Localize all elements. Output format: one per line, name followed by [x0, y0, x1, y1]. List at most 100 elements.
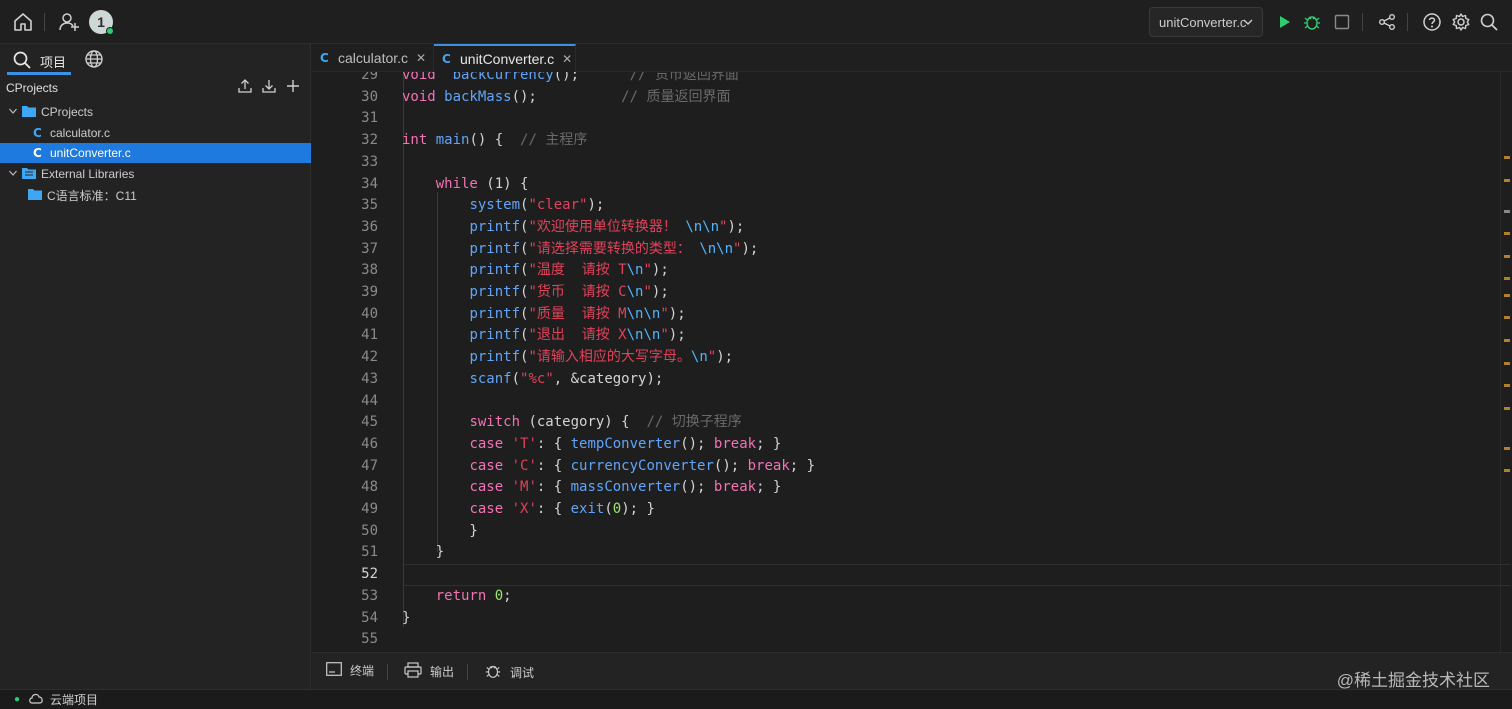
- code-line[interactable]: 52: [312, 564, 1510, 586]
- globe-icon[interactable]: [84, 49, 104, 72]
- code-token: "%c": [520, 370, 554, 387]
- code-token: void: [402, 88, 436, 105]
- code-editor[interactable]: 29 void backCurrency(); // 货币返回界面 30 void b…: [312, 72, 1512, 652]
- code-line[interactable]: 38 printf("温度 请按 T\n");: [312, 260, 1500, 282]
- home-icon[interactable]: [11, 10, 35, 34]
- code-token: tempConverter: [570, 435, 681, 452]
- code-line[interactable]: 30 void backMass(); // 质量返回界面: [312, 87, 1500, 109]
- code-line[interactable]: 34 while (1) {: [312, 174, 1500, 196]
- search-icon[interactable]: [1477, 10, 1501, 34]
- code-text: case 'T': { tempConverter(); break; }: [402, 434, 781, 456]
- tab-project[interactable]: 项目: [7, 48, 71, 75]
- code-line[interactable]: 29 void backCurrency(); // 货币返回界面: [312, 72, 1500, 87]
- c-file-icon: C: [33, 146, 42, 160]
- code-line[interactable]: 55: [312, 629, 1500, 651]
- code-text: printf("请选择需要转换的类型： \n\n");: [402, 239, 758, 261]
- line-number: 42: [361, 349, 378, 366]
- code-token: "货币 请按 C: [528, 284, 627, 300]
- code-line[interactable]: 41 printf("退出 请按 X\n\n");: [312, 325, 1500, 347]
- share-icon[interactable]: [1375, 10, 1399, 34]
- code-line[interactable]: 54}: [312, 608, 1500, 630]
- line-number: 48: [361, 479, 378, 496]
- tree-item-unitconverter[interactable]: C unitConverter.c: [0, 143, 311, 163]
- terminal-button[interactable]: 终端: [326, 662, 374, 679]
- close-icon[interactable]: ✕: [416, 51, 426, 65]
- library-folder-icon: [22, 167, 36, 182]
- code-line[interactable]: 48 case 'M': { massConverter(); break; }: [312, 477, 1500, 499]
- code-text: }: [402, 608, 410, 630]
- code-line[interactable]: 40 printf("质量 请按 M\n\n");: [312, 304, 1500, 326]
- code-token: (: [511, 370, 521, 387]
- code-line[interactable]: 43 scanf("%c", &category);: [312, 369, 1500, 391]
- run-icon[interactable]: [1272, 10, 1296, 34]
- code-token: );: [651, 262, 669, 279]
- project-header: CProjects: [0, 76, 311, 100]
- code-line[interactable]: 45 switch (category) { // 切换子程序: [312, 412, 1500, 434]
- line-number: 45: [361, 414, 378, 431]
- output-button[interactable]: 输出: [404, 662, 454, 681]
- debug-button[interactable]: 调试: [484, 662, 534, 683]
- code-token: () {: [469, 132, 521, 149]
- code-token: scanf: [469, 370, 512, 387]
- code-text: int main() { // 主程序: [402, 130, 587, 152]
- code-token: printf: [469, 218, 521, 235]
- tree-item-cprojects[interactable]: CProjects: [0, 102, 311, 122]
- code-line[interactable]: 50 }: [312, 521, 1500, 543]
- code-line[interactable]: 49 case 'X': { exit(0); }: [312, 499, 1500, 521]
- code-text: case 'X': { exit(0); }: [402, 499, 654, 521]
- code-line[interactable]: 33: [312, 152, 1500, 174]
- plus-icon[interactable]: [285, 78, 301, 97]
- code-line[interactable]: 32 int main() { // 主程序: [312, 130, 1500, 152]
- divider: [467, 664, 468, 680]
- code-line[interactable]: 42 printf("请输入相应的大写字母。\n");: [312, 347, 1500, 369]
- code-line[interactable]: 36 printf("欢迎使用单位转换器！ \n\n");: [312, 217, 1500, 239]
- code-token: );: [716, 349, 734, 366]
- code-line[interactable]: 47 case 'C': { currencyConverter(); brea…: [312, 456, 1500, 478]
- code-token: "温度 请按 T: [528, 262, 627, 279]
- code-line[interactable]: 37 printf("请选择需要转换的类型： \n\n");: [312, 239, 1500, 261]
- code-line[interactable]: 31: [312, 108, 1500, 130]
- help-icon[interactable]: [1420, 10, 1444, 34]
- add-user-icon[interactable]: [57, 10, 81, 34]
- code-token: );: [727, 218, 745, 235]
- status-dot: ●: [14, 694, 21, 705]
- code-token: (category) {: [520, 414, 647, 431]
- code-text: while (1) {: [402, 174, 529, 196]
- stop-icon[interactable]: [1330, 10, 1354, 34]
- code-token: printf: [469, 327, 521, 344]
- close-icon[interactable]: ✕: [562, 52, 572, 66]
- code-token: // 货币返回界面: [629, 72, 739, 83]
- code-line[interactable]: 51 }: [312, 542, 1500, 564]
- code-line[interactable]: 44: [312, 391, 1500, 413]
- code-token: "退出 请按 X: [528, 327, 627, 344]
- tree-item-external-libraries[interactable]: External Libraries: [0, 164, 311, 184]
- terminal-icon: [326, 662, 342, 679]
- code-line[interactable]: 53 return 0;: [312, 586, 1500, 608]
- code-line[interactable]: 46 case 'T': { tempConverter(); break; }: [312, 434, 1500, 456]
- code-token: "请输入相应的大写字母。: [528, 349, 691, 366]
- tree-item-calculator[interactable]: C calculator.c: [0, 123, 311, 143]
- upload-icon[interactable]: [237, 78, 253, 97]
- line-number: 30: [361, 88, 378, 105]
- code-line[interactable]: 39 printf("货币 请按 C\n");: [312, 282, 1500, 304]
- run-config-select[interactable]: unitConverter.c: [1149, 7, 1263, 37]
- code-text: void backCurrency(); // 货币返回界面: [402, 72, 739, 87]
- debug-bug-icon[interactable]: [1300, 10, 1324, 34]
- line-number: 39: [361, 284, 378, 300]
- tab-calculator[interactable]: C calculator.c ✕: [312, 44, 434, 72]
- code-line[interactable]: 35 system("clear");: [312, 195, 1500, 217]
- code-text: printf("退出 请按 X\n\n");: [402, 325, 685, 347]
- code-text: printf("质量 请按 M\n\n");: [402, 304, 685, 326]
- tab-unitconverter[interactable]: C unitConverter.c ✕: [434, 44, 576, 72]
- tree-item-c11-standard[interactable]: C语言标准：C11: [0, 185, 311, 205]
- download-icon[interactable]: [261, 78, 277, 97]
- gear-icon[interactable]: [1449, 10, 1473, 34]
- code-text: printf("温度 请按 T\n");: [402, 260, 669, 282]
- cloud-project-label[interactable]: 云端项目: [50, 691, 98, 708]
- code-token: ; }: [789, 457, 816, 474]
